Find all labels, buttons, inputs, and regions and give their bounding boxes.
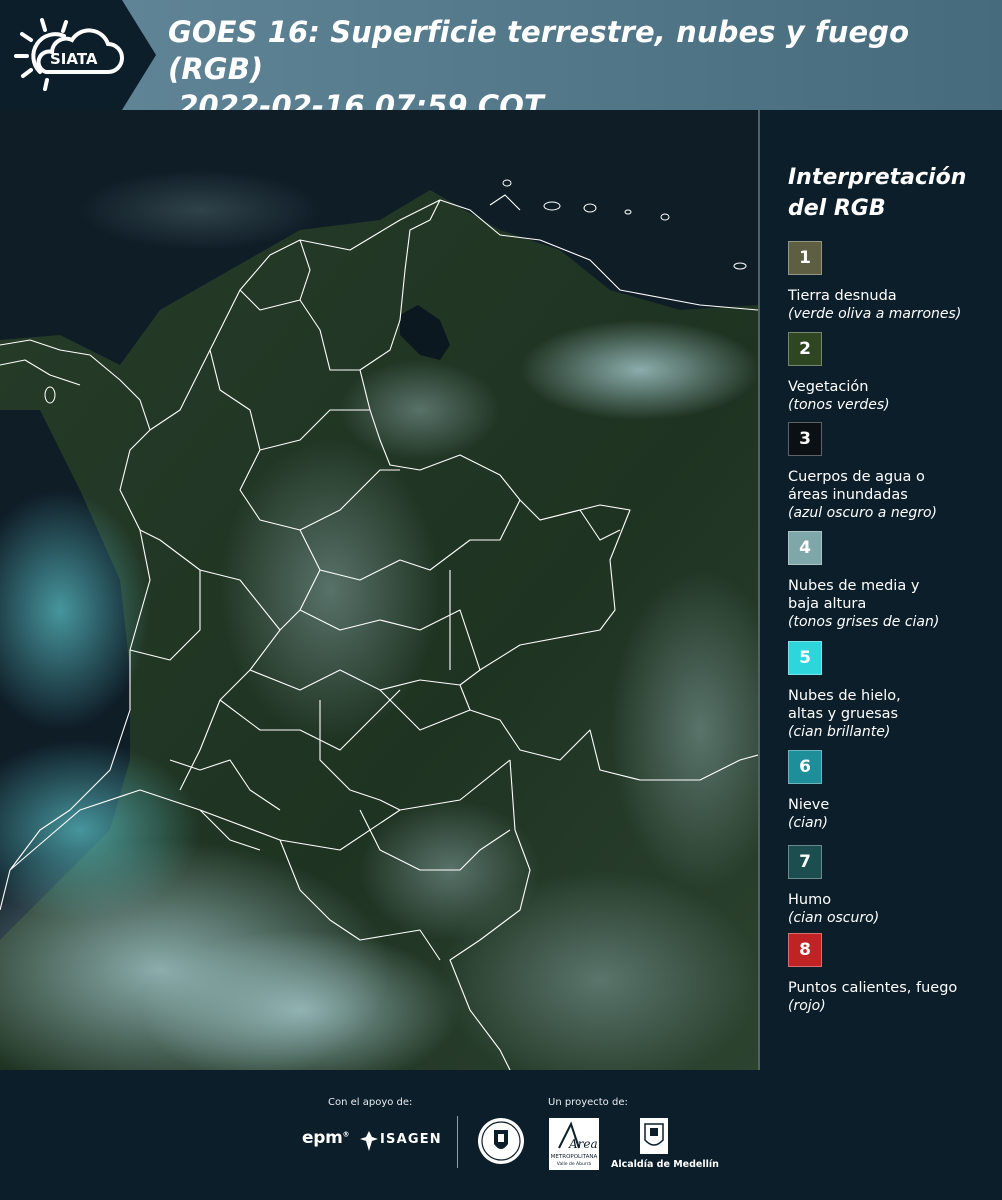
footer-divider bbox=[457, 1116, 458, 1168]
cloud-mass-andes bbox=[220, 440, 440, 740]
map-svg bbox=[0, 110, 758, 1070]
cloud-mass-venezuela bbox=[520, 320, 758, 420]
university-seal-icon bbox=[478, 1118, 524, 1164]
legend-swatch: 3 bbox=[788, 422, 822, 456]
legend-swatch: 1 bbox=[788, 241, 822, 275]
legend-sublabel: (cian oscuro) bbox=[788, 910, 880, 926]
medellin-shield-icon bbox=[640, 1118, 668, 1154]
svg-text:METROPOLITANA: METROPOLITANA bbox=[551, 1154, 598, 1160]
legend-swatch: 7 bbox=[788, 845, 822, 879]
satellite-map[interactable] bbox=[0, 110, 758, 1070]
legend-sublabel: (tonos verdes) bbox=[788, 397, 890, 413]
legend-swatch: 6 bbox=[788, 750, 822, 784]
legend-label: Nubes de media y baja altura bbox=[788, 578, 920, 612]
legend-sublabel: (tonos grises de cian) bbox=[788, 614, 940, 630]
legend-label: Nieve bbox=[788, 797, 830, 813]
header: SIATA GOES 16: Superficie terrestre, nub… bbox=[0, 0, 1002, 123]
legend-item-8: 8 Puntos calientes, fuego (rojo) bbox=[788, 933, 1002, 1015]
title-line-1: GOES 16: Superficie terrestre, nubes y f… bbox=[168, 15, 910, 86]
isagen-logo: ISAGEN bbox=[380, 1132, 442, 1147]
legend-swatch: 8 bbox=[788, 933, 822, 967]
legend-sublabel: (cian brillante) bbox=[788, 724, 891, 740]
legend-label: Cuerpos de agua o áreas inundadas bbox=[788, 469, 925, 503]
support-label: Con el apoyo de: bbox=[328, 1097, 413, 1108]
legend-item-6: 6 Nieve (cian) bbox=[788, 750, 1002, 832]
cloud-mass-caribbean bbox=[80, 170, 320, 250]
area-metropolitana-logo: Área METROPOLITANA Valle de Aburrá bbox=[549, 1118, 599, 1170]
svg-text:Área: Área bbox=[568, 1136, 598, 1151]
logo-text: SIATA bbox=[50, 50, 98, 68]
legend-title: Interpretación del RGB bbox=[788, 165, 967, 221]
legend-item-7: 7 Humo (cian oscuro) bbox=[788, 845, 1002, 927]
legend-item-1: 1 Tierra desnuda (verde oliva a marrones) bbox=[788, 241, 1002, 323]
legend-label: Nubes de hielo, altas y gruesas bbox=[788, 688, 901, 722]
legend-sublabel: (rojo) bbox=[788, 998, 826, 1014]
alcaldia-label: Alcaldía de Medellín bbox=[611, 1159, 719, 1170]
page-title: GOES 16: Superficie terrestre, nubes y f… bbox=[168, 14, 998, 125]
legend-sublabel: (verde oliva a marrones) bbox=[788, 306, 962, 322]
project-label: Un proyecto de: bbox=[548, 1097, 628, 1108]
legend-item-4: 4 Nubes de media y baja altura (tonos grise… bbox=[788, 531, 1002, 631]
legend-item-3: 3 Cuerpos de agua o áreas inundadas (azul o… bbox=[788, 422, 1002, 522]
legend-swatch: 2 bbox=[788, 332, 822, 366]
epm-logo: epm® bbox=[302, 1128, 350, 1148]
legend-item-2: 2 Vegetación (tonos verdes) bbox=[788, 332, 1002, 414]
legend-swatch: 5 bbox=[788, 641, 822, 675]
siata-logo: SIATA bbox=[14, 18, 124, 91]
legend-swatch: 4 bbox=[788, 531, 822, 565]
isagen-icon bbox=[360, 1131, 378, 1151]
legend-label: Vegetación bbox=[788, 379, 869, 395]
legend-label: Puntos calientes, fuego bbox=[788, 980, 958, 996]
legend-label: Tierra desnuda bbox=[788, 288, 897, 304]
legend-sublabel: (azul oscuro a negro) bbox=[788, 505, 937, 521]
legend-sublabel: (cian) bbox=[788, 815, 828, 831]
legend-label: Humo bbox=[788, 892, 832, 908]
footer: Con el apoyo de: Un proyecto de: epm® IS… bbox=[0, 1070, 1002, 1200]
svg-text:Valle de Aburrá: Valle de Aburrá bbox=[557, 1160, 592, 1167]
legend-item-5: 5 Nubes de hielo, altas y gruesas (cian bri… bbox=[788, 641, 1002, 741]
legend-panel: Interpretación del RGB 1 Tierra desnuda (v… bbox=[760, 110, 1002, 1070]
